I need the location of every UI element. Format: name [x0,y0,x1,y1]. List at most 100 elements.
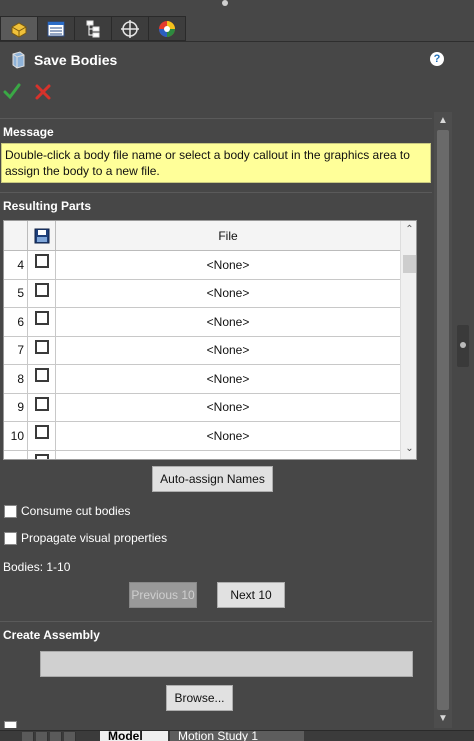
row-file-name[interactable]: <None> [56,394,400,422]
table-row-partial[interactable] [4,450,400,460]
scroll-up-icon[interactable]: ▲ [434,112,452,128]
cancel-x-icon[interactable] [34,80,52,102]
tab-feature-manager[interactable] [0,16,38,41]
row-file-name[interactable]: <None> [56,365,400,393]
row-save-cell [28,336,56,364]
browse-button[interactable]: Browse... [166,685,233,711]
scroll-down-icon[interactable]: ▼ [434,710,452,726]
nav-last-icon[interactable] [64,732,76,741]
row-save-checkbox[interactable] [35,339,49,354]
row-number: 5 [4,279,28,307]
row-save-checkbox[interactable] [35,453,49,459]
row-number: 10 [4,422,28,450]
row-number: 6 [4,308,28,336]
save-disk-icon [34,228,49,244]
assembly-option-checkbox[interactable] [4,720,17,728]
property-manager-title: Save Bodies ? [0,44,474,76]
propagate-visual-properties-checkbox[interactable] [4,531,17,545]
consume-cut-bodies-option[interactable]: Consume cut bodies [4,502,130,520]
collapse-grip[interactable] [222,0,228,6]
tab-model[interactable]: Model [100,731,168,741]
row-save-checkbox[interactable] [35,368,49,382]
row-save-cell [28,308,56,336]
property-panel: Message Double-click a body file name or… [0,112,432,728]
tab-dimxpert-manager[interactable] [111,16,149,41]
tab-configuration-manager[interactable] [74,16,112,41]
feature-manager-icon [11,21,27,38]
previous-10-button[interactable]: Previous 10 [129,582,197,608]
table-row[interactable]: 8 <None> [4,365,400,394]
ok-check-icon[interactable] [3,80,21,102]
row-file-name[interactable]: <None> [56,308,400,336]
header-file[interactable]: File [56,221,400,251]
save-bodies-icon [8,50,28,70]
nav-first-icon[interactable] [22,732,34,741]
propagate-visual-properties-label: Propagate visual properties [21,531,168,545]
row-save-cell [28,393,56,421]
row-save-checkbox[interactable] [35,425,49,439]
chevron-up-icon[interactable]: ⌃ [401,221,416,238]
message-section-header[interactable]: Message [0,118,432,142]
page-title: Save Bodies [34,52,118,68]
panel-scrollbar[interactable]: ▲ ▼ [434,112,452,728]
property-manager-icon [47,21,65,36]
consume-cut-bodies-checkbox[interactable] [4,504,17,518]
row-number: 7 [4,336,28,364]
table-scrollbar[interactable]: ⌃ ⌄ [400,221,416,459]
row-file-name[interactable]: <None> [56,280,400,308]
dimxpert-icon [121,19,139,38]
nav-prev-icon[interactable] [36,732,48,741]
row-file-name[interactable]: <None> [56,337,400,365]
auto-assign-names-button[interactable]: Auto-assign Names [152,466,273,492]
tab-display-manager[interactable] [148,16,186,41]
row-save-checkbox[interactable] [35,396,49,411]
row-save-cell [28,251,56,279]
row-save-checkbox[interactable] [35,254,49,268]
panel-splitter-handle[interactable] [457,325,469,367]
chevron-down-icon[interactable]: ⌄ [401,440,416,457]
assembly-option-partial[interactable] [4,718,21,728]
resulting-parts-header[interactable]: Resulting Parts [0,192,432,216]
create-assembly-header[interactable]: Create Assembly [0,621,432,645]
row-file-cell[interactable] [56,451,400,460]
assembly-path-field[interactable] [40,651,413,677]
consume-cut-bodies-label: Consume cut bodies [21,504,131,518]
header-number-cell [4,221,28,251]
row-save-cell [28,422,56,450]
row-file-name[interactable]: <None> [56,251,400,279]
table-row[interactable]: 10 <None> [4,422,400,451]
resulting-parts-table: File 4 <None> 5 <None> 6 <None> 7 <None>… [3,220,417,460]
row-number-cell [4,450,28,459]
bodies-range-label: Bodies: 1-10 [3,560,71,574]
action-buttons [0,78,474,104]
table-row[interactable]: 4 <None> [4,251,400,280]
row-save-checkbox[interactable] [35,282,49,297]
table-row[interactable]: 5 <None> [4,279,400,308]
tab-property-manager[interactable] [37,16,75,41]
header-save-cell[interactable] [28,221,56,251]
table-scroll-thumb[interactable] [403,255,416,273]
table-header: File [4,221,400,251]
table-row[interactable]: 6 <None> [4,308,400,337]
next-10-button[interactable]: Next 10 [217,582,285,608]
propagate-visual-properties-option[interactable]: Propagate visual properties [4,529,167,547]
panel-scroll-thumb[interactable] [437,130,449,710]
message-text: Double-click a body file name or select … [1,143,431,183]
help-icon[interactable]: ? [430,52,444,66]
row-number: 8 [4,365,28,393]
manager-tabs [0,16,474,42]
row-save-cell [28,450,56,459]
table-row[interactable]: 7 <None> [4,336,400,365]
bottom-tab-bar: Model Motion Study 1 [0,730,474,741]
nav-next-icon[interactable] [50,732,62,741]
row-save-checkbox[interactable] [35,311,49,325]
table-row[interactable]: 9 <None> [4,393,400,422]
row-number: 4 [4,251,28,279]
row-number: 9 [4,393,28,421]
tab-motion-study[interactable]: Motion Study 1 [170,731,304,741]
row-save-cell [28,365,56,393]
configuration-manager-icon [86,20,100,37]
row-file-name[interactable]: <None> [56,422,400,450]
panel-top-bar [0,0,474,16]
display-manager-icon [159,20,175,37]
